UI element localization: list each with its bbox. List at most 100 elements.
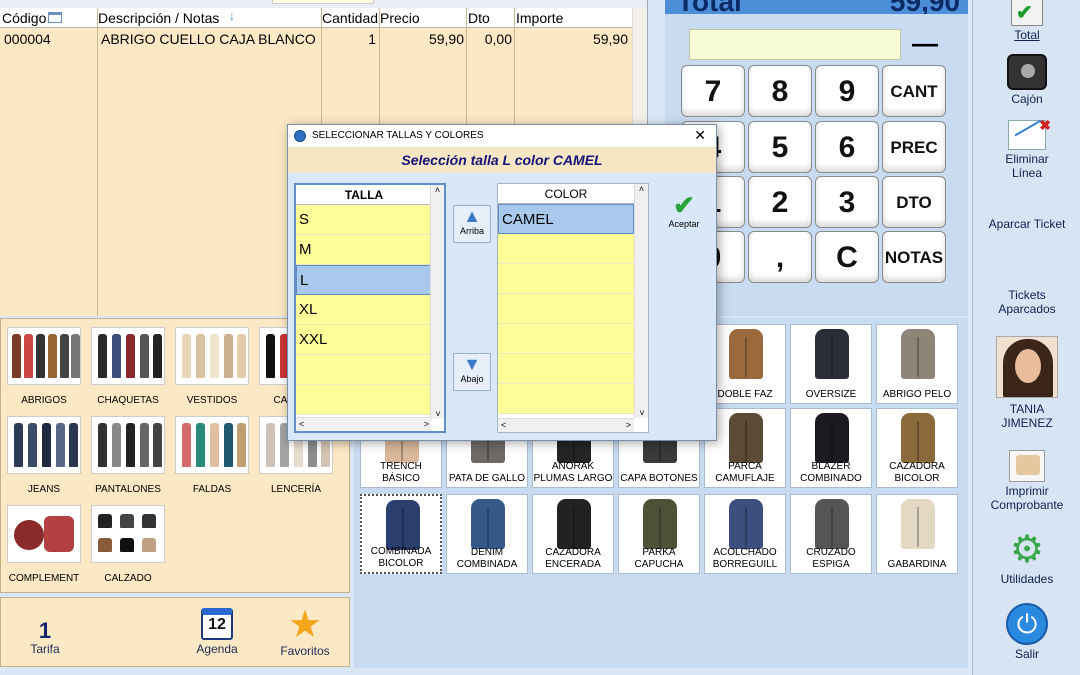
keypad-key[interactable]: 3 — [815, 176, 879, 228]
category-pantalones[interactable]: PANTALONES — [85, 416, 171, 495]
col-header-code[interactable]: Código — [2, 10, 46, 26]
category-image — [175, 327, 249, 385]
color-option[interactable] — [498, 264, 634, 294]
col-header-price[interactable]: Precio — [380, 10, 420, 26]
agenda-button[interactable]: 12 Agenda — [189, 608, 245, 656]
ticket-header: Código Descripción / Notas ↓ Cantidad Pr… — [0, 8, 632, 28]
product-label: ABRIGO PELO — [882, 389, 952, 400]
dialog-titlebar[interactable]: SELECCIONAR TALLAS Y COLORES ✕ — [288, 125, 716, 147]
color-option[interactable] — [498, 234, 634, 264]
product-tile[interactable]: COMBINADA BICOLOR — [360, 494, 442, 574]
talla-option[interactable]: S — [296, 205, 432, 235]
keypad-key[interactable]: NOTAS — [882, 231, 946, 283]
keypad-key[interactable]: C — [815, 231, 879, 283]
keypad-key[interactable]: 5 — [748, 121, 812, 173]
user-button[interactable]: TANIA JIMENEZ — [973, 336, 1080, 430]
keypad-key[interactable]: , — [748, 231, 812, 283]
sidebar: ✔ Total Cajón ✖ Eliminar Línea Aparcar T… — [972, 0, 1080, 675]
document-check-icon: ✔ — [1011, 0, 1043, 26]
product-tile[interactable]: PARKA CAPUCHA — [618, 494, 700, 574]
talla-option[interactable]: XXL — [296, 325, 432, 355]
category-faldas[interactable]: FALDAS — [169, 416, 255, 495]
talla-scrollbar[interactable]: ˄ ˅ — [430, 185, 444, 419]
tarifa-button[interactable]: 1 Tarifa — [17, 620, 73, 657]
keypad-key[interactable]: 9 — [815, 65, 879, 117]
eliminar-linea-button[interactable]: ✖ Eliminar Línea — [973, 117, 1080, 180]
color-option[interactable] — [498, 354, 634, 384]
keypad-key[interactable]: 2 — [748, 176, 812, 228]
calendar-small-icon — [48, 12, 62, 23]
keypad-key[interactable]: DTO — [882, 176, 946, 228]
col-header-amount[interactable]: Importe — [516, 10, 563, 26]
product-tile[interactable]: DENIM COMBINADA — [446, 494, 528, 574]
col-header-quantity[interactable]: Cantidad — [322, 10, 378, 26]
product-tile[interactable]: CAZADORA ENCERADA — [532, 494, 614, 574]
aceptar-button[interactable]: ✔ Aceptar — [660, 191, 708, 229]
category-vestidos[interactable]: VESTIDOS — [169, 327, 255, 406]
color-option[interactable]: CAMEL — [498, 204, 634, 234]
sort-arrow-icon: ↓ — [229, 9, 235, 23]
talla-option[interactable]: L — [296, 265, 432, 295]
utilidades-button[interactable]: ⚙ Utilidades — [973, 530, 1080, 586]
color-option[interactable] — [498, 294, 634, 324]
product-tile[interactable]: ACOLCHADO BORREGUILL — [704, 494, 786, 574]
product-tile[interactable]: BLAZER COMBINADO — [790, 408, 872, 488]
color-option[interactable] — [498, 324, 634, 354]
coat-icon — [471, 499, 505, 549]
product-image — [877, 329, 957, 379]
coat-icon — [729, 499, 763, 549]
category-abrigos[interactable]: ABRIGOS — [1, 327, 87, 406]
talla-option[interactable]: XL — [296, 295, 432, 325]
talla-option[interactable] — [296, 355, 432, 385]
category-jeans[interactable]: JEANS — [1, 416, 87, 495]
talla-option[interactable]: M — [296, 235, 432, 265]
tickets-aparcados-label: Tickets Aparcados — [998, 288, 1056, 316]
color-scrollbar[interactable]: ˄ ˅ — [634, 184, 648, 418]
total-button[interactable]: ✔ Total — [973, 0, 1080, 42]
minus-button[interactable]: — — [911, 29, 939, 60]
category-image — [7, 505, 81, 563]
abajo-button[interactable]: ▼ Abajo — [453, 353, 491, 391]
product-image — [705, 499, 785, 549]
close-icon[interactable]: ✕ — [694, 127, 706, 144]
total-label: Total — [677, 0, 742, 14]
keypad-key[interactable]: 8 — [748, 65, 812, 117]
product-tile[interactable]: OVERSIZE — [790, 324, 872, 404]
arriba-button[interactable]: ▲ Arriba — [453, 205, 491, 243]
keypad-key[interactable]: 7 — [681, 65, 745, 117]
color-hscrollbar[interactable]: < > — [498, 418, 634, 432]
talla-list[interactable]: TALLA S M L XL XXL ˄ ˅ < > — [294, 183, 446, 433]
product-label: DOBLE FAZ — [717, 389, 773, 400]
tickets-aparcados-button[interactable]: Tickets Aparcados — [973, 288, 1080, 316]
row-code: 000004 — [4, 31, 51, 47]
coat-icon — [901, 329, 935, 379]
aparcar-ticket-button[interactable]: Aparcar Ticket — [973, 217, 1080, 231]
cajon-button[interactable]: Cajón — [973, 54, 1080, 106]
category-complement[interactable]: COMPLEMENT — [1, 505, 87, 584]
product-tile[interactable]: GABARDINA — [876, 494, 958, 574]
amount-entry[interactable] — [689, 29, 901, 60]
keypad-key[interactable]: CANT — [882, 65, 946, 117]
favoritos-button[interactable]: ★ Favoritos — [277, 606, 333, 658]
product-label: TRENCH BÁSICO — [380, 461, 422, 484]
talla-hscrollbar[interactable]: < > — [296, 417, 432, 431]
color-list[interactable]: COLOR CAMEL ˄ ˅ < > — [497, 183, 649, 433]
product-tile[interactable]: CAZADORA BICOLOR — [876, 408, 958, 488]
top-tab[interactable] — [272, 0, 374, 4]
imprimir-comprobante-button[interactable]: Imprimir Comprobante — [973, 450, 1080, 512]
talla-option[interactable] — [296, 385, 432, 415]
category-calzado[interactable]: CALZADO — [85, 505, 171, 584]
col-header-discount[interactable]: Dto — [468, 10, 490, 26]
product-tile[interactable]: CRUZADO ESPIGA — [790, 494, 872, 574]
product-tile[interactable]: ABRIGO PELO — [876, 324, 958, 404]
favoritos-label: Favoritos — [280, 644, 330, 658]
product-label: ACOLCHADO BORREGUILL — [712, 547, 778, 570]
keypad-key[interactable]: 6 — [815, 121, 879, 173]
coat-icon — [557, 499, 591, 549]
category-chaquetas[interactable]: CHAQUETAS — [85, 327, 171, 406]
keypad-key[interactable]: PREC — [882, 121, 946, 173]
color-option[interactable] — [498, 384, 634, 414]
salir-button[interactable]: ⏻ Salir — [973, 603, 1080, 661]
col-header-description[interactable]: Descripción / Notas — [98, 10, 219, 26]
product-label: GABARDINA — [887, 559, 947, 570]
